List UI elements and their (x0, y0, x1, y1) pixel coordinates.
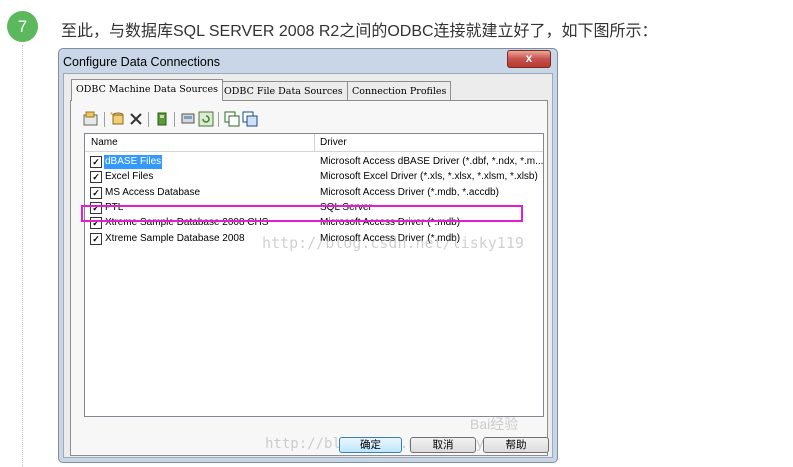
data-source-name: dBASE Files (104, 155, 163, 169)
list-item[interactable]: ✓ Excel Files Microsoft Excel Driver (*.xl… (85, 170, 543, 185)
baidu-watermark: Bai经验 (470, 416, 519, 432)
tab-panel: * Name Driver ✓ dBASE Files Microsoft Acce… (70, 100, 548, 456)
delete-icon[interactable] (128, 111, 144, 127)
checkbox[interactable]: ✓ (90, 217, 102, 230)
data-source-name: PTL (105, 201, 124, 213)
cancel-button[interactable]: 取消 (410, 437, 476, 453)
data-source-name: Excel Files (105, 171, 154, 183)
list-header: Name Driver (85, 134, 543, 152)
data-sources-list[interactable]: Name Driver ✓ dBASE Files Microsoft Access… (84, 133, 544, 417)
dialog-title: Configure Data Connections (63, 55, 221, 69)
new-source-icon[interactable]: * (110, 111, 126, 127)
list-item[interactable]: ✓ MS Access Database Microsoft Access Driv… (85, 186, 543, 201)
toolbar-separator (104, 112, 105, 127)
svg-text:*: * (110, 111, 113, 120)
tab-odbc-file-data-sources[interactable]: ODBC File Data Sources (219, 81, 348, 100)
toolbar-separator (148, 112, 149, 127)
tab-connection-profiles[interactable]: Connection Profiles (347, 81, 452, 100)
checkbox[interactable]: ✓ (90, 171, 102, 184)
list-item[interactable]: ✓ dBASE Files Microsoft Access dBASE Drive… (85, 155, 543, 170)
tab-odbc-machine-data-sources[interactable]: ODBC Machine Data Sources (71, 79, 223, 101)
column-divider[interactable] (314, 134, 315, 151)
configure-icon[interactable] (180, 111, 196, 127)
data-source-driver: Microsoft Access Driver (*.mdb) (320, 217, 461, 229)
column-header-name[interactable]: Name (91, 137, 118, 148)
toolbar-separator (218, 112, 219, 127)
close-button[interactable]: x (507, 50, 551, 68)
configure-data-connections-dialog: Configure Data Connections x ODBC Machin… (58, 48, 558, 463)
data-source-driver: Microsoft Excel Driver (*.xls, *.xlsx, *… (320, 171, 538, 183)
checkbox[interactable]: ✓ (90, 156, 102, 168)
list-item[interactable]: ✓ Xtreme Sample Database 2008 CHS Microsof… (85, 216, 543, 231)
data-source-driver: Microsoft Access Driver (*.mdb, *.accdb) (320, 186, 499, 198)
ok-button[interactable]: 确定 (339, 437, 402, 453)
watermark-url: http://blog.csdn.net/lisky119 (262, 234, 524, 252)
database-icon[interactable] (154, 111, 170, 127)
column-header-driver[interactable]: Driver (320, 137, 347, 148)
window-icon[interactable] (242, 111, 258, 127)
dialog-titlebar: Configure Data Connections x (59, 49, 557, 73)
refresh-icon[interactable] (198, 111, 214, 127)
step-caption: 至此，与数据库SQL SERVER 2008 R2之间的ODBC连接就建立好了，… (61, 23, 658, 40)
data-source-name: Xtreme Sample Database 2008 (105, 232, 245, 244)
checkbox[interactable]: ✓ (90, 201, 102, 214)
step-guide-line (22, 45, 23, 467)
list-item[interactable]: ✓ PTL SQL Server (85, 201, 543, 216)
help-button[interactable]: 帮助 (483, 437, 549, 453)
data-source-driver: SQL Server (320, 201, 372, 213)
data-source-name: MS Access Database (105, 186, 201, 198)
properties-icon[interactable] (83, 111, 99, 127)
dialog-client-area: ODBC Machine Data Sources ODBC File Data… (63, 73, 553, 458)
checkbox[interactable]: ✓ (90, 186, 102, 199)
checkbox[interactable]: ✓ (90, 232, 102, 245)
copy-icon[interactable] (224, 111, 240, 127)
step-number-badge: 7 (7, 11, 38, 42)
toolbar-separator (174, 112, 175, 127)
data-source-name: Xtreme Sample Database 2008 CHS (105, 217, 269, 229)
data-source-driver: Microsoft Access dBASE Driver (*.dbf, *.… (320, 156, 544, 167)
